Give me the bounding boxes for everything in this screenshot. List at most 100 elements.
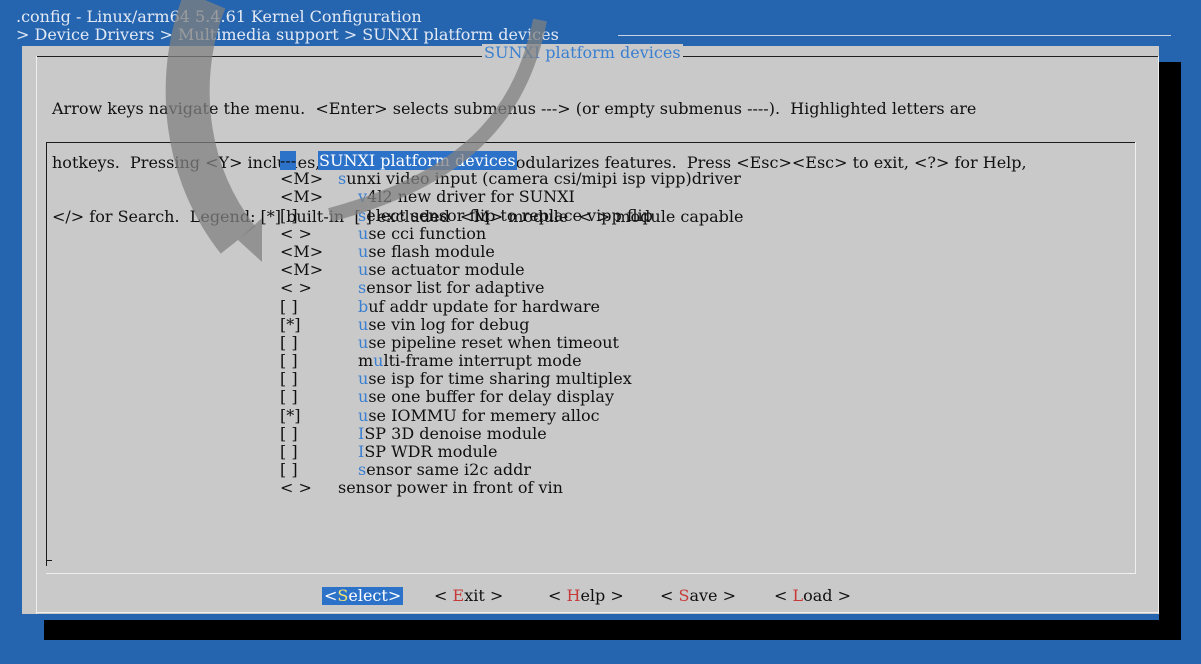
menu-item-label: use flash module xyxy=(358,241,495,261)
menu-item-label: SUNXI platform devices xyxy=(318,151,517,170)
hotkey-letter: u xyxy=(358,223,369,243)
option-state-box[interactable]: [ ] xyxy=(280,370,330,388)
option-state-box[interactable]: [ ] xyxy=(280,388,330,406)
button-bracket-open: < xyxy=(324,586,338,605)
window-title: .config - Linux/arm64 5.4.61 Kernel Conf… xyxy=(16,7,422,26)
menu-list-box[interactable]: --- SUNXI platform devices <M> sunxi video … xyxy=(46,142,1136,574)
button-hotkey: H xyxy=(566,586,581,605)
hotkey-letter: u xyxy=(358,369,369,389)
dialog-right-border xyxy=(1158,56,1159,614)
dialog-bottom-border xyxy=(36,612,1159,613)
menu-item-label: sunxi video input (camera csi/mipi isp v… xyxy=(338,170,741,188)
hotkey-letter: u xyxy=(358,260,369,280)
menu-box-right-border xyxy=(1135,142,1136,574)
hotkey-letter: u xyxy=(373,351,384,371)
hotkey-letter: s xyxy=(358,205,367,225)
label-text: se vin log for debug xyxy=(368,314,530,334)
label-text: unxi video input (camera csi/mipi isp vi… xyxy=(346,169,741,189)
hotkey-letter: b xyxy=(358,296,369,316)
menu-item-label: multi-frame interrupt mode xyxy=(358,352,582,370)
label-text: sensor power in front of vin xyxy=(338,478,563,498)
option-state-box[interactable]: [*] xyxy=(280,315,330,334)
option-state-box[interactable]: < > xyxy=(280,279,330,297)
button-hotkey: L xyxy=(792,586,804,605)
button-bracket-open: < xyxy=(434,586,453,605)
menu-item-label: use one buffer for delay display xyxy=(358,388,614,406)
selected-item-label: SUNXI platform devices xyxy=(318,151,517,170)
option-state-box[interactable]: <M> xyxy=(280,188,330,206)
hotkey-letter: u xyxy=(358,332,369,352)
selected-marker: --- xyxy=(280,151,297,170)
option-state-box[interactable]: [ ] xyxy=(280,297,330,316)
label-text: elect sensor flip to replace vipp flip xyxy=(366,205,653,225)
help-line: Arrow keys navigate the menu. <Enter> se… xyxy=(52,99,977,118)
button-bracket-open: < xyxy=(548,586,567,605)
option-state-box[interactable]: [ ] xyxy=(280,206,330,225)
option-state-box[interactable]: [ ] xyxy=(280,443,330,461)
option-state-box[interactable]: < > xyxy=(280,224,330,243)
option-state-box[interactable]: [*] xyxy=(280,406,330,425)
label-prefix: m xyxy=(358,351,374,371)
menu-item-label: use actuator module xyxy=(358,261,525,279)
button-bracket-open: < xyxy=(774,586,793,605)
button-bracket-close: > xyxy=(717,586,737,605)
button-bracket-close: > xyxy=(484,586,504,605)
label-text: lti-frame interrupt mode xyxy=(383,351,582,371)
menu-box-bottom-border xyxy=(46,573,1136,574)
select-button[interactable]: <Select> xyxy=(322,586,404,605)
hotkey-letter: u xyxy=(358,314,369,334)
label-text: SP 3D denoise module xyxy=(364,423,547,443)
menu-box-corner xyxy=(46,560,52,561)
option-state-box[interactable]: [ ] xyxy=(280,461,330,479)
menu-box-top-border xyxy=(46,142,1136,143)
label-text: se actuator module xyxy=(368,260,525,280)
option-state-box[interactable]: <M> xyxy=(280,261,330,279)
label-text: se IOMMU for memery alloc xyxy=(368,405,600,425)
hotkey-letter: s xyxy=(358,278,367,298)
hotkey-letter: u xyxy=(358,241,369,261)
button-label: elect xyxy=(348,586,388,605)
menu-item-label: sensor list for adaptive xyxy=(358,279,544,297)
hotkey-letter: u xyxy=(358,405,369,425)
hotkey-letter: u xyxy=(358,387,369,407)
hotkey-letter: s xyxy=(358,460,367,480)
save-button[interactable]: < Save > xyxy=(660,587,736,605)
hotkey-letter: v xyxy=(358,187,368,207)
menu-item-label: select sensor flip to replace vipp flip xyxy=(358,205,653,225)
label-text: se one buffer for delay display xyxy=(368,387,614,407)
menu-item-label: use IOMMU for memery alloc xyxy=(358,405,600,425)
button-label: elp xyxy=(580,586,606,605)
breadcrumb-rule xyxy=(618,35,1171,36)
breadcrumb: > Device Drivers > Multimedia support > … xyxy=(16,25,559,44)
option-state-box[interactable]: [ ] xyxy=(280,352,330,370)
option-state-box[interactable]: [ ] xyxy=(280,333,330,352)
menu-box-left-border xyxy=(46,142,47,566)
menu-item-label: use isp for time sharing multiplex xyxy=(358,370,632,388)
menu-item-label: use vin log for debug xyxy=(358,314,530,334)
dialog-shadow-right xyxy=(1159,62,1181,640)
menu-item-label: v4l2 new driver for SUNXI xyxy=(358,188,575,206)
option-state-box[interactable]: <M> xyxy=(280,170,330,188)
button-bracket-close: > xyxy=(832,586,852,605)
label-text: uf addr update for hardware xyxy=(368,296,601,316)
load-button[interactable]: < Load > xyxy=(774,587,851,605)
button-hotkey: S xyxy=(337,586,349,605)
menu-item-label: sensor same i2c addr xyxy=(358,461,531,479)
menu-item-label: use pipeline reset when timeout xyxy=(358,332,619,352)
button-label: oad xyxy=(803,586,833,605)
label-text: ensor same i2c addr xyxy=(366,460,532,480)
button-label: xit xyxy=(464,586,485,605)
exit-button[interactable]: < Exit > xyxy=(434,587,503,605)
option-state-box[interactable]: [ ] xyxy=(280,424,330,443)
button-hotkey: E xyxy=(452,586,465,605)
menu-item-label: buf addr update for hardware xyxy=(358,296,601,316)
button-bracket-open: < xyxy=(660,586,679,605)
option-state-box[interactable]: < > xyxy=(280,479,330,497)
label-text: se isp for time sharing multiplex xyxy=(368,369,632,389)
menu-item-label: ISP 3D denoise module xyxy=(358,423,547,443)
label-text: 4l2 new driver for SUNXI xyxy=(367,187,575,207)
menu-item-label: use cci function xyxy=(358,223,486,243)
help-button[interactable]: < Help > xyxy=(548,587,624,605)
option-state-box[interactable]: <M> xyxy=(280,242,330,261)
dialog-left-border xyxy=(36,56,37,614)
